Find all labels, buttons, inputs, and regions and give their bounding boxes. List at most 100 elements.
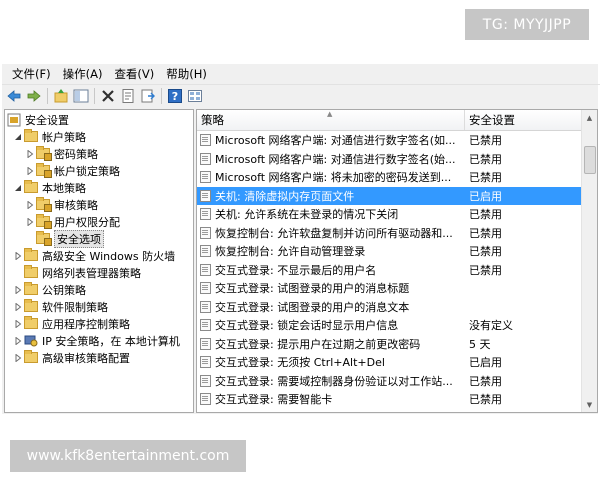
menu-view[interactable]: 查看(V) [108,66,160,82]
collapsed-arrow-icon[interactable] [13,319,22,328]
policy-icon [200,245,211,257]
policy-icon [200,319,211,331]
policy-row[interactable]: 恢复控制台: 允许自动管理登录 已禁用 [197,242,581,260]
policy-row[interactable]: Microsoft 网络客户端: 对通信进行数字签名(如... 已禁用 [197,131,581,149]
expanded-arrow-icon[interactable] [13,183,22,192]
policy-icon [200,226,211,239]
policy-name: 关机: 允许系统在未登录的情况下关闭 [215,208,399,221]
scrollbar-thumb[interactable] [584,146,596,174]
folder-icon [24,129,38,142]
export-icon[interactable] [140,88,156,104]
policy-row[interactable]: 交互式登录: 试图登录的用户的消息标题 [197,279,581,297]
policy-name: Microsoft 网络客户端: 对通信进行数字签名(如... [215,134,456,147]
up-folder-icon[interactable] [53,88,69,104]
folder-icon [36,197,52,212]
watermark-top: TG: MYYJJPP [465,9,589,40]
policy-icon [200,300,211,313]
help-icon[interactable]: ? [167,88,183,104]
policy-icon [200,282,211,294]
toolbar: ? [2,84,600,107]
vertical-scrollbar[interactable]: ▲ ▼ [581,110,597,412]
policy-row[interactable]: 交互式登录: 试图登录的用户的消息文本 [197,298,581,316]
tree-item-security-options[interactable]: 安全选项 [25,229,104,248]
tree-item-software-restriction[interactable]: 软件限制策略 [13,298,108,315]
properties-icon[interactable] [120,88,136,104]
tree-item-security-settings[interactable]: 安全设置 [7,111,69,128]
policy-setting: 已启用 [469,356,502,369]
policy-icon [200,356,211,368]
policy-name: 交互式登录: 试图登录的用户的消息文本 [215,300,410,314]
collapsed-arrow-icon[interactable] [13,336,22,345]
policy-row[interactable]: 恢复控制台: 允许软盘复制并访问所有驱动器和... 已禁用 [197,224,581,242]
tree-item-label: 网络列表管理器策略 [42,266,141,280]
policy-icon [200,189,211,202]
column-header-security-setting[interactable]: 安全设置 [465,110,581,130]
policy-name: 交互式登录: 需要智能卡 [215,393,333,406]
policy-icon [200,393,211,405]
menu-action[interactable]: 操作(A) [57,66,109,82]
menu-help[interactable]: 帮助(H) [160,66,213,82]
tree-item-label: 审核策略 [54,198,98,212]
policy-name: 交互式登录: 试图登录的用户的消息标题 [215,282,410,295]
policy-setting: 已禁用 [469,208,502,221]
tree-item-local-policies[interactable]: 本地策略 [13,179,86,196]
policy-setting: 5 天 [469,337,491,351]
menu-file[interactable]: 文件(F) [6,66,57,82]
collapsed-arrow-icon[interactable] [13,285,22,294]
expanded-arrow-icon[interactable] [13,132,22,141]
collapsed-arrow-icon[interactable] [25,166,34,175]
ip-security-icon [24,334,38,347]
collapsed-arrow-icon[interactable] [25,217,34,226]
collapsed-arrow-icon[interactable] [25,149,34,158]
view-icon[interactable] [187,88,203,104]
policy-name: 交互式登录: 提示用户在过期之前更改密码 [215,337,421,351]
policy-row[interactable]: 交互式登录: 无须按 Ctrl+Alt+Del 已启用 [197,353,581,371]
policy-name: Microsoft 网络客户端: 对通信进行数字签名(始... [215,152,456,166]
tree-item-ip-security[interactable]: IP 安全策略，在 本地计算机 [13,332,180,349]
tree-item-audit-policy[interactable]: 审核策略 [25,196,98,213]
tree-item-label: 高级安全 Windows 防火墙 [42,249,176,263]
scroll-up-arrow-icon[interactable]: ▲ [582,110,597,125]
policy-row[interactable]: 关机: 允许系统在未登录的情况下关闭 已禁用 [197,205,581,223]
tree-item-account-lockout-policy[interactable]: 帐户锁定策略 [25,162,120,179]
collapsed-arrow-icon[interactable] [13,353,22,362]
column-header-policy[interactable]: 策略 [197,110,465,130]
policy-name: 交互式登录: 不显示最后的用户名 [215,263,377,277]
collapsed-arrow-icon[interactable] [25,200,34,209]
tree-item-label: 安全设置 [25,113,69,127]
folder-icon [24,248,38,261]
collapsed-arrow-icon[interactable] [13,302,22,311]
tree-item-password-policy[interactable]: 密码策略 [25,145,98,162]
tree-item-label: 公钥策略 [42,283,86,297]
policy-list-pane: ▲ 策略 安全设置 Microsoft 网络客户端: 对通信进行数字签名(如..… [196,109,598,413]
policy-setting: 已禁用 [469,393,502,406]
tree-item-app-control[interactable]: 应用程序控制策略 [13,315,130,332]
delete-icon[interactable] [100,88,116,104]
policy-row[interactable]: 交互式登录: 锁定会话时显示用户信息 没有定义 [197,316,581,334]
policy-setting: 已禁用 [469,374,502,388]
tree-item-user-rights-assignment[interactable]: 用户权限分配 [25,213,120,230]
tree-item-network-list-manager[interactable]: 网络列表管理器策略 [13,264,141,281]
show-hide-tree-icon[interactable] [73,88,89,104]
policy-row-selected[interactable]: 关机: 清除虚拟内存页面文件 已启用 [197,186,581,205]
policy-row[interactable]: 交互式登录: 需要域控制器身份验证以对工作站... 已禁用 [197,372,581,390]
tree-item-label: 软件限制策略 [42,300,108,314]
policy-row[interactable]: Microsoft 网络客户端: 将未加密的密码发送到... 已禁用 [197,168,581,186]
policy-row[interactable]: 交互式登录: 不显示最后的用户名 已禁用 [197,261,581,279]
policy-row[interactable]: 交互式登录: 需要智能卡 已禁用 [197,390,581,408]
forward-arrow-icon[interactable] [26,88,42,104]
tree-item-label: 密码策略 [54,147,98,161]
policy-row[interactable]: 交互式登录: 提示用户在过期之前更改密码 5 天 [197,335,581,353]
tree-item-account-policies[interactable]: 帐户策略 [13,128,86,145]
back-arrow-icon[interactable] [6,88,22,104]
tree-item-windows-firewall[interactable]: 高级安全 Windows 防火墙 [13,247,175,264]
tree-item-label: 高级审核策略配置 [42,351,130,365]
scroll-down-arrow-icon[interactable]: ▼ [582,397,597,412]
policy-row[interactable]: Microsoft 网络客户端: 对通信进行数字签名(始... 已禁用 [197,150,581,168]
collapsed-arrow-icon[interactable] [13,251,22,260]
toolbar-separator [94,88,95,104]
tree-item-advanced-audit[interactable]: 高级审核策略配置 [13,349,130,366]
folder-icon [36,231,52,246]
tree-item-public-key-policies[interactable]: 公钥策略 [13,281,86,298]
folder-icon [24,180,38,193]
